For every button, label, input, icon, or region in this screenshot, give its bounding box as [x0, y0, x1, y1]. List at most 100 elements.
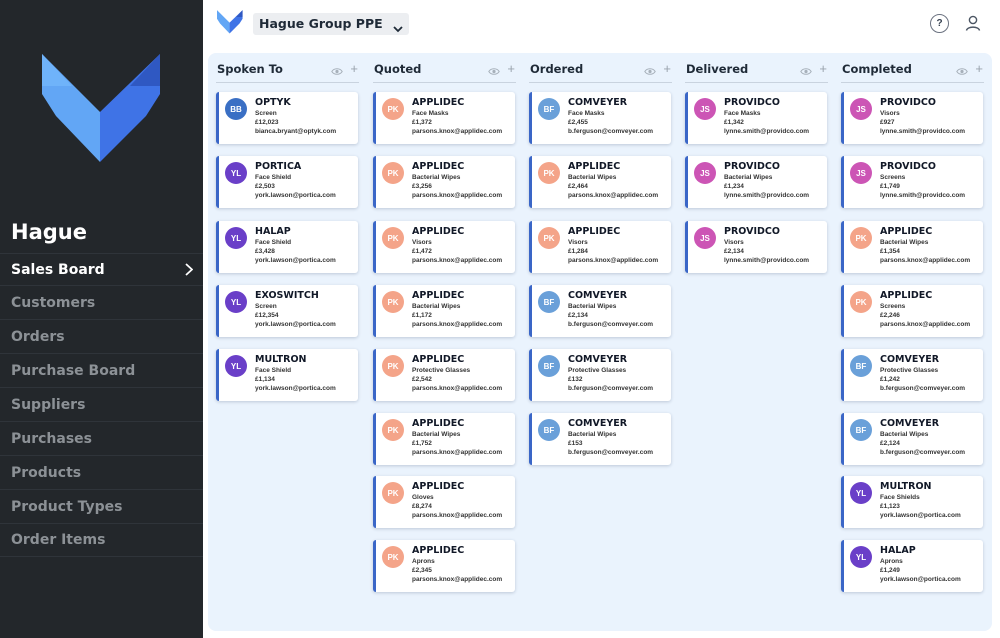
card-company: APPLIDEC — [412, 226, 465, 237]
card-email: lynne.smith@providco.com — [724, 257, 810, 264]
deal-card[interactable]: YL MULTRON Face Shields £1,123 york.lawson@p… — [841, 476, 983, 528]
card-company: APPLIDEC — [568, 161, 621, 172]
deal-card[interactable]: JS PROVIDCO Screens £1,749 lynne.smith@provi… — [841, 156, 983, 208]
sidebar-item-purchase-board[interactable]: Purchase Board — [0, 353, 203, 387]
deal-card[interactable]: PK APPLIDEC Bacterial Wipes £1,752 parsons.k… — [373, 413, 515, 465]
card-amount: £1,372 — [412, 119, 432, 126]
deal-card[interactable]: YL HALAP Face Shield £3,428 york.lawson@port… — [216, 221, 358, 273]
plus-icon[interactable]: + — [663, 62, 671, 75]
deal-card[interactable]: PK APPLIDEC Visors £1,284 parsons.knox@appli… — [529, 221, 671, 273]
eye-icon[interactable] — [331, 63, 343, 81]
sidebar-item-orders[interactable]: Orders — [0, 319, 203, 353]
avatar: JS — [694, 98, 716, 120]
sidebar-item-purchases[interactable]: Purchases — [0, 421, 203, 455]
deal-card[interactable]: PK APPLIDEC Gloves £8,274 parsons.knox@appli… — [373, 476, 515, 528]
deal-card[interactable]: YL HALAP Aprons £1,249 york.lawson@portica.c… — [841, 540, 983, 592]
card-product: Protective Glasses — [412, 367, 471, 374]
deal-card[interactable]: PK APPLIDEC Bacterial Wipes £1,354 parsons.k… — [841, 221, 983, 273]
deal-card[interactable]: JS PROVIDCO Face Masks £1,342 lynne.smith@pr… — [685, 92, 827, 144]
eye-icon[interactable] — [956, 63, 968, 81]
deal-card[interactable]: JS PROVIDCO Visors £927 lynne.smith@providco… — [841, 92, 983, 144]
card-amount: £2,124 — [880, 440, 900, 447]
deal-card[interactable]: PK APPLIDEC Protective Glasses £2,542 parson… — [373, 349, 515, 401]
app-name: Hague — [11, 220, 87, 244]
card-email: lynne.smith@providco.com — [724, 192, 810, 199]
deal-card[interactable]: JS PROVIDCO Bacterial Wipes £1,234 lynne.smi… — [685, 156, 827, 208]
card-product: Visors — [724, 239, 744, 246]
card-company: COMVEYER — [568, 97, 628, 108]
chevron-right-icon — [185, 263, 194, 280]
card-product: Face Masks — [412, 110, 449, 117]
deal-card[interactable]: BF COMVEYER Bacterial Wipes £2,124 b.ferguso… — [841, 413, 983, 465]
card-product: Face Shields — [880, 494, 920, 501]
deal-card[interactable]: PK APPLIDEC Bacterial Wipes £1,172 parsons.k… — [373, 285, 515, 337]
avatar: PK — [382, 482, 404, 504]
deal-card[interactable]: PK APPLIDEC Bacterial Wipes £2,464 parsons.k… — [529, 156, 671, 208]
card-amount: £2,464 — [568, 183, 588, 190]
avatar: YL — [225, 162, 247, 184]
avatar: PK — [382, 162, 404, 184]
user-icon[interactable] — [964, 14, 982, 37]
sidebar-item-sales-board[interactable]: Sales Board — [0, 253, 203, 285]
deal-card[interactable]: BF COMVEYER Protective Glasses £1,242 b.ferg… — [841, 349, 983, 401]
help-button[interactable]: ? — [930, 14, 949, 33]
avatar: JS — [694, 227, 716, 249]
deal-card[interactable]: BF COMVEYER Protective Glasses £132 b.fergus… — [529, 349, 671, 401]
card-company: APPLIDEC — [568, 226, 621, 237]
plus-icon[interactable]: + — [975, 62, 983, 75]
card-product: Visors — [880, 110, 900, 117]
avatar: BF — [538, 355, 560, 377]
card-company: HALAP — [255, 226, 291, 237]
deal-card[interactable]: JS PROVIDCO Visors £2,134 lynne.smith@provid… — [685, 221, 827, 273]
deal-card[interactable]: YL MULTRON Face Shield £1,134 york.lawson@po… — [216, 349, 358, 401]
sidebar-item-product-types[interactable]: Product Types — [0, 489, 203, 523]
deal-card[interactable]: BF COMVEYER Face Masks £2,455 b.ferguson@com… — [529, 92, 671, 144]
deal-card[interactable]: PK APPLIDEC Face Masks £1,372 parsons.knox@a… — [373, 92, 515, 144]
column-quoted: Quoted + PK APPLIDEC Face Masks £1,372 parsons… — [373, 53, 521, 631]
avatar: PK — [382, 355, 404, 377]
card-email: b.ferguson@comveyer.com — [568, 385, 654, 392]
avatar: JS — [850, 162, 872, 184]
plus-icon[interactable]: + — [819, 62, 827, 75]
plus-icon[interactable]: + — [350, 62, 358, 75]
sidebar-item-order-items[interactable]: Order Items — [0, 523, 203, 557]
column-header: Quoted + — [373, 61, 516, 83]
workspace-select[interactable]: Hague Group PPE — [253, 13, 409, 35]
card-company: APPLIDEC — [412, 481, 465, 492]
card-product: Protective Glasses — [880, 367, 939, 374]
card-amount: £2,246 — [880, 312, 900, 319]
column-header: Spoken To + — [216, 61, 359, 83]
deal-card[interactable]: YL PORTICA Face Shield £2,503 york.lawson@po… — [216, 156, 358, 208]
card-company: COMVEYER — [568, 290, 628, 301]
deal-card[interactable]: PK APPLIDEC Aprons £2,345 parsons.knox@appli… — [373, 540, 515, 592]
card-amount: £2,503 — [255, 183, 275, 190]
card-amount: £1,172 — [412, 312, 432, 319]
card-email: parsons.knox@applidec.com — [412, 385, 503, 392]
avatar: YL — [225, 291, 247, 313]
sidebar-item-customers[interactable]: Customers — [0, 285, 203, 319]
eye-icon[interactable] — [644, 63, 656, 81]
deal-card[interactable]: BF COMVEYER Bacterial Wipes £2,134 b.ferguso… — [529, 285, 671, 337]
deal-card[interactable]: PK APPLIDEC Visors £1,472 parsons.knox@appli… — [373, 221, 515, 273]
sidebar-item-suppliers[interactable]: Suppliers — [0, 387, 203, 421]
avatar: PK — [382, 291, 404, 313]
eye-icon[interactable] — [800, 63, 812, 81]
card-product: Protective Glasses — [568, 367, 627, 374]
column-title: Completed — [842, 62, 912, 76]
eye-icon[interactable] — [488, 63, 500, 81]
card-product: Bacterial Wipes — [412, 303, 461, 310]
card-email: lynne.smith@providco.com — [724, 128, 810, 135]
sidebar: Hague Sales Board Customers Orders Purch… — [0, 0, 203, 638]
sidebar-item-products[interactable]: Products — [0, 455, 203, 489]
card-product: Bacterial Wipes — [880, 431, 929, 438]
deal-card[interactable]: PK APPLIDEC Bacterial Wipes £3,256 parsons.k… — [373, 156, 515, 208]
deal-card[interactable]: PK APPLIDEC Screens £2,246 parsons.knox@appl… — [841, 285, 983, 337]
card-amount: £1,342 — [724, 119, 744, 126]
card-email: parsons.knox@applidec.com — [412, 321, 503, 328]
card-company: APPLIDEC — [412, 290, 465, 301]
deal-card[interactable]: BB OPTYK Screen £12,023 bianca.bryant@optyk.… — [216, 92, 358, 144]
deal-card[interactable]: BF COMVEYER Bacterial Wipes £153 b.ferguson@… — [529, 413, 671, 465]
deal-card[interactable]: YL EXOSWITCH Screen £12,354 york.lawson@port… — [216, 285, 358, 337]
avatar: BF — [850, 419, 872, 441]
plus-icon[interactable]: + — [507, 62, 515, 75]
